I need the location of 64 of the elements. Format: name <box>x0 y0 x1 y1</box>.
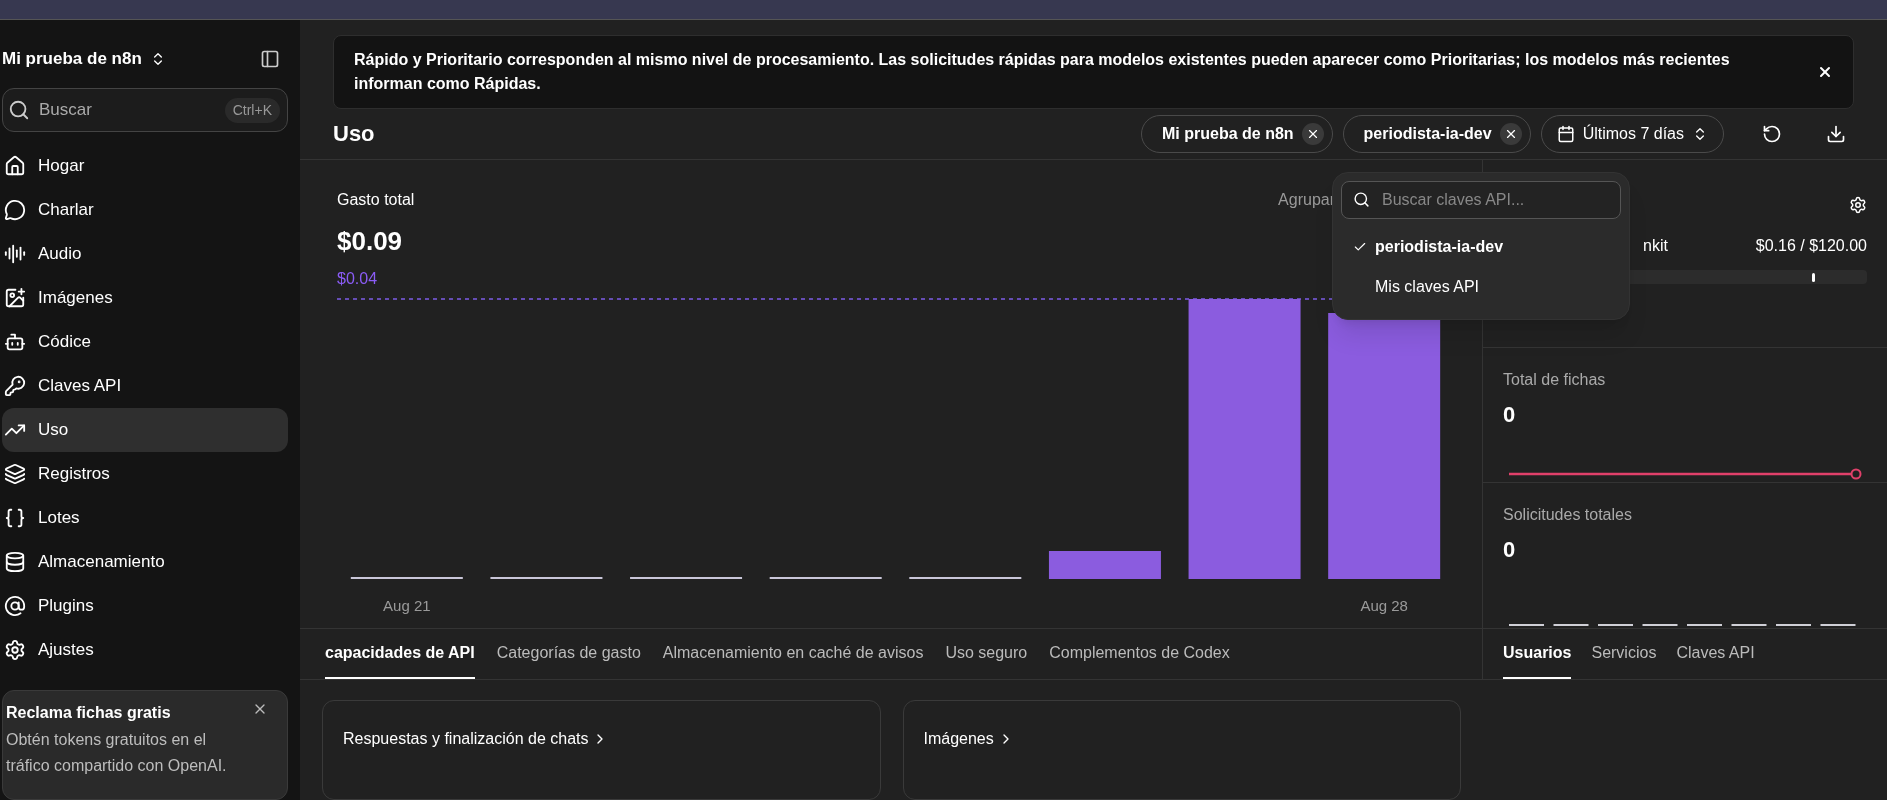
sidebar-item[interactable]: Hogar <box>2 144 288 188</box>
tab[interactable]: Almacenamiento en caché de avisos <box>662 628 924 679</box>
axis-label: Aug 28 <box>1360 595 1408 616</box>
sidebar-item[interactable]: Uso <box>2 408 288 452</box>
budget-amount: $0.16 / $120.00 <box>1755 235 1867 256</box>
settings-icon[interactable] <box>1849 195 1867 214</box>
search-icon <box>8 99 30 121</box>
tab[interactable]: Claves API <box>1676 628 1755 679</box>
axis-label: Aug 21 <box>383 595 431 616</box>
tab[interactable]: Complementos de Codex <box>1049 628 1230 679</box>
chart-title: Gasto total <box>337 189 415 210</box>
database-icon <box>4 551 26 573</box>
speech-bubble-icon <box>4 199 26 221</box>
banner-text: Rápido y Prioritario corresponden al mismo nivel de procesamiento. Las solicitudes rápidas para modelos existentes pueden aparecer como Prioritarias; los modelos más recientes informan como Rápidas. <box>354 50 1731 94</box>
key-icon <box>4 375 26 397</box>
calendar-icon <box>1556 124 1575 143</box>
promo-title: Reclama fichas gratis <box>6 703 171 723</box>
total-amount: $0.09 <box>337 224 403 258</box>
dropdown-option[interactable]: periodista-ia-dev <box>1341 227 1621 267</box>
image-icon <box>4 287 26 309</box>
requests-value: 0 <box>1503 535 1517 564</box>
threshold-marker <box>1812 272 1816 282</box>
tokens-title: Total de fichas <box>1503 369 1607 390</box>
sidebar-item[interactable]: Registros <box>2 452 288 496</box>
tab[interactable]: Usuarios <box>1503 628 1572 679</box>
capability-card[interactable]: Respuestas y finalización de chats <box>322 700 881 800</box>
search-icon <box>1353 191 1370 208</box>
layers-icon <box>4 463 26 485</box>
promo-text: Obtén tokens gratuitos en el tráfico compartido con OpenAI. <box>6 730 228 776</box>
sidebar-item[interactable]: Ajustes <box>2 628 288 672</box>
sidebar-item[interactable]: Claves API <box>2 364 288 408</box>
requests-title: Solicitudes totales <box>1503 504 1633 525</box>
group-by-label: Agrupar <box>1278 189 1335 210</box>
download-icon[interactable] <box>1826 123 1846 144</box>
tab[interactable]: capacidades de API <box>325 628 475 679</box>
sidebar-item[interactable]: Plugins <box>2 584 288 628</box>
workspace-switcher[interactable]: Mi prueba de n8n <box>2 46 166 72</box>
search-field[interactable]: Buscar claves API... <box>1341 181 1621 219</box>
sound-wave-icon <box>4 243 26 265</box>
tokens-value: 0 <box>1503 400 1517 429</box>
check-icon <box>1353 240 1367 254</box>
house-icon <box>4 155 26 177</box>
sidebar-item[interactable]: Audio <box>2 232 288 276</box>
sidebar-item[interactable]: Lotes <box>2 496 288 540</box>
tab[interactable]: Servicios <box>1591 628 1657 679</box>
at-sign-icon <box>4 595 26 617</box>
braces-icon <box>4 507 26 529</box>
sidebar-item[interactable]: Códice <box>2 320 288 364</box>
card-link[interactable]: Imágenes <box>923 727 1440 751</box>
settings-icon <box>4 639 26 661</box>
sidebar-toggle-icon[interactable] <box>260 49 280 69</box>
refresh-icon[interactable] <box>1762 123 1782 144</box>
sidebar-item[interactable]: Imágenes <box>2 276 288 320</box>
dropdown-option[interactable]: Mis claves API <box>1341 267 1621 307</box>
reference-label: $0.04 <box>337 269 378 287</box>
sidebar-item[interactable]: Almacenamiento <box>2 540 288 584</box>
close-icon[interactable] <box>1817 64 1833 80</box>
tab[interactable]: Uso seguro <box>945 628 1028 679</box>
sidebar-item[interactable]: Charlar <box>2 188 288 232</box>
page-title: Uso <box>333 120 376 149</box>
capability-card[interactable]: Imágenes <box>902 700 1461 800</box>
tab[interactable]: Categorías de gasto <box>496 628 641 679</box>
budget-label: nkit <box>1643 235 1668 256</box>
card-link[interactable]: Respuestas y finalización de chats <box>343 727 860 751</box>
